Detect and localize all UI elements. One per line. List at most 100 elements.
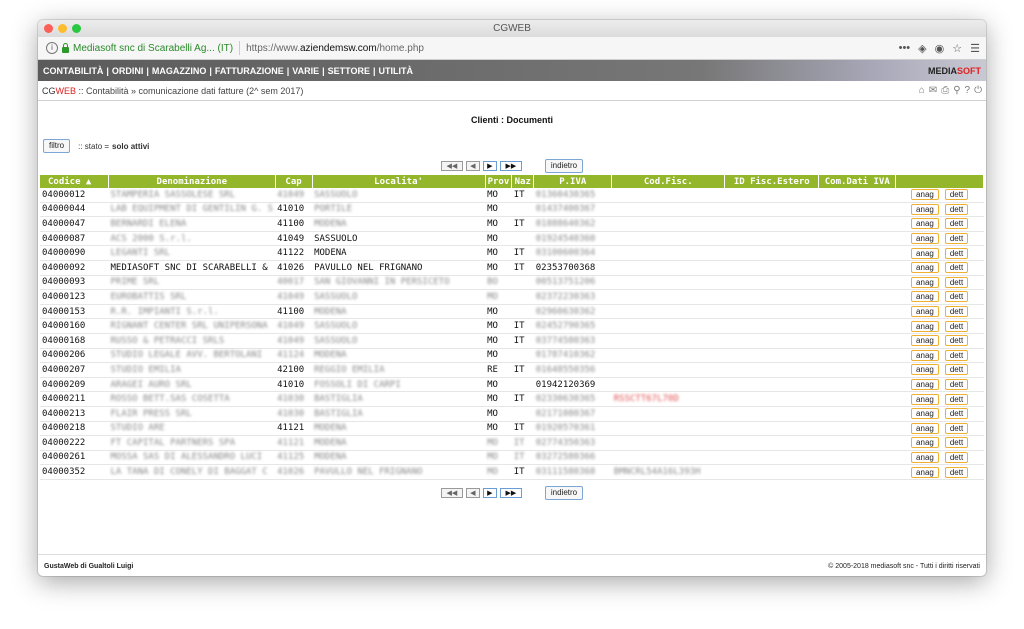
menu-item-varie[interactable]: VARIE: [292, 66, 319, 76]
anag-button[interactable]: anag: [911, 437, 939, 449]
menu-item-settore[interactable]: SETTORE: [328, 66, 370, 76]
cell-piva: 01648550356: [533, 362, 612, 378]
first-page-button[interactable]: ◀◀: [440, 161, 463, 171]
dett-button[interactable]: dett: [944, 247, 969, 259]
dett-button[interactable]: dett: [944, 203, 969, 215]
col-piva[interactable]: P.IVA: [533, 175, 613, 188]
anag-button[interactable]: anag: [911, 189, 939, 201]
col-naz[interactable]: Naz: [511, 175, 535, 188]
menu-item-contabilita[interactable]: CONTABILITÀ: [43, 66, 103, 76]
last-page-button[interactable]: ▶▶: [499, 161, 522, 171]
last-page-button-bottom[interactable]: ▶▶: [499, 487, 522, 498]
dett-button[interactable]: dett: [944, 306, 969, 318]
pocket-icon[interactable]: ◈: [918, 42, 926, 55]
anag-button[interactable]: anag: [911, 233, 939, 245]
hamburger-menu-icon[interactable]: ☰: [970, 42, 980, 55]
prev-page-button-bottom[interactable]: ◀: [465, 487, 480, 498]
menu-item-utilita[interactable]: UTILITÀ: [379, 66, 414, 76]
next-page-button-bottom[interactable]: ▶: [482, 487, 497, 498]
menu-item-ordini[interactable]: ORDINI: [112, 66, 144, 76]
dett-button[interactable]: dett: [944, 233, 969, 245]
anag-button[interactable]: anag: [911, 335, 939, 347]
dett-button[interactable]: dett: [944, 379, 969, 391]
first-page-button-bottom[interactable]: ◀◀: [440, 487, 463, 498]
anag-button[interactable]: anag: [911, 422, 939, 434]
col-prov[interactable]: Prov: [485, 175, 513, 188]
search-icon[interactable]: ⚲: [953, 85, 960, 96]
next-page-button[interactable]: ▶: [482, 161, 497, 171]
minimize-window-button[interactable]: [58, 24, 67, 33]
more-actions-icon[interactable]: •••: [899, 42, 911, 54]
anag-button[interactable]: anag: [911, 379, 939, 391]
menu-separator: |: [322, 65, 325, 76]
dett-button[interactable]: dett: [944, 218, 969, 230]
table-row: 04000160 RIGNANT CENTER SRL UNIPERSONA 410…: [40, 318, 984, 334]
cell-localita: MODENA: [312, 421, 486, 437]
anag-button[interactable]: anag: [911, 306, 939, 318]
info-icon[interactable]: i: [46, 42, 58, 54]
anag-button[interactable]: anag: [911, 218, 939, 230]
cell-com-dati-iva: [818, 275, 896, 291]
dett-button[interactable]: dett: [944, 422, 969, 434]
dett-button[interactable]: dett: [944, 291, 969, 303]
dett-button[interactable]: dett: [944, 335, 969, 347]
anag-button[interactable]: anag: [911, 364, 939, 376]
table-row: 04000092 MEDIASOFT SNC DI SCARABELLI & 410…: [40, 260, 984, 276]
cell-id-fisc-estero: [724, 318, 819, 334]
dett-button[interactable]: dett: [944, 393, 969, 405]
dett-button[interactable]: dett: [944, 262, 969, 274]
cell-id-fisc-estero: [724, 406, 819, 422]
col-localita[interactable]: Localita': [312, 175, 486, 188]
col-com-dati-iva[interactable]: Com.Dati IVA: [818, 175, 897, 188]
dett-button[interactable]: dett: [944, 189, 969, 201]
anag-button[interactable]: anag: [911, 276, 939, 288]
dett-button[interactable]: dett: [944, 276, 969, 288]
power-icon[interactable]: ⏻: [974, 85, 982, 96]
url-text[interactable]: https://www.aziendemsw.com/home.php: [246, 43, 424, 54]
dett-button[interactable]: dett: [944, 466, 969, 478]
col-denominazione[interactable]: Denominazione: [108, 175, 276, 188]
col-codfisc[interactable]: Cod.Fisc.: [611, 175, 726, 188]
anag-button[interactable]: anag: [911, 291, 939, 303]
lock-icon: [62, 42, 69, 53]
anag-button[interactable]: anag: [911, 262, 939, 274]
anag-button[interactable]: anag: [911, 393, 939, 405]
home-icon[interactable]: ⌂: [919, 85, 925, 96]
bookmark-star-icon[interactable]: ☆: [952, 42, 962, 55]
cell-denominazione: R.R. IMPIANTI S.r.l.: [108, 304, 276, 320]
site-identity[interactable]: i Mediasoft snc di Scarabelli Ag... (IT): [46, 42, 233, 54]
zoom-window-button[interactable]: [72, 24, 81, 33]
address-bar[interactable]: i Mediasoft snc di Scarabelli Ag... (IT)…: [38, 37, 986, 60]
dett-button[interactable]: dett: [944, 364, 969, 376]
back-button[interactable]: indietro: [544, 159, 584, 173]
menu-item-magazzino[interactable]: MAGAZZINO: [152, 66, 207, 76]
url-domain: aziendemsw.com: [299, 42, 377, 54]
col-cap[interactable]: Cap: [275, 175, 313, 188]
anag-button[interactable]: anag: [911, 247, 939, 259]
anag-button[interactable]: anag: [911, 408, 939, 420]
mail-icon[interactable]: ✉: [929, 85, 937, 96]
dett-button[interactable]: dett: [944, 320, 969, 332]
col-codice[interactable]: Codice ▲: [40, 175, 109, 188]
extension-icon[interactable]: ◉: [935, 42, 945, 55]
breadcrumb-app[interactable]: CGWEB: [42, 86, 76, 96]
menu-separator: |: [106, 65, 109, 76]
anag-button[interactable]: anag: [911, 203, 939, 215]
col-id-fisc-estero[interactable]: ID Fisc.Estero: [724, 175, 820, 188]
back-button-bottom[interactable]: indietro: [544, 485, 584, 500]
anag-button[interactable]: anag: [911, 349, 939, 361]
dett-button[interactable]: dett: [944, 408, 969, 420]
anag-button[interactable]: anag: [911, 466, 939, 478]
print-icon[interactable]: ⎙: [941, 85, 949, 96]
close-window-button[interactable]: [44, 24, 53, 33]
filter-button[interactable]: filtro: [43, 139, 71, 153]
help-icon[interactable]: ?: [965, 85, 971, 96]
anag-button[interactable]: anag: [911, 451, 939, 463]
cell-codfisc: [611, 406, 725, 422]
dett-button[interactable]: dett: [944, 437, 969, 449]
menu-item-fatturazione[interactable]: FATTURAZIONE: [215, 66, 284, 76]
prev-page-button[interactable]: ◀: [465, 161, 480, 171]
dett-button[interactable]: dett: [944, 451, 969, 463]
dett-button[interactable]: dett: [944, 349, 969, 361]
anag-button[interactable]: anag: [911, 320, 939, 332]
